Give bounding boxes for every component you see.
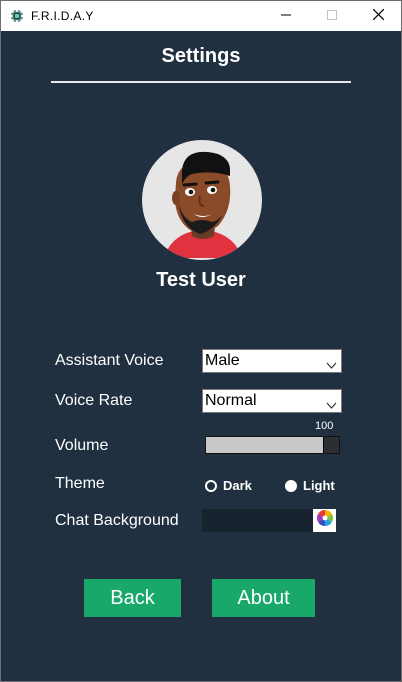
assistant-voice-select[interactable]: Male (202, 349, 342, 373)
chevron-down-icon (326, 357, 337, 369)
volume-label: Volume (55, 437, 109, 454)
window-title: F.R.I.D.A.Y (31, 9, 94, 23)
theme-light-radio[interactable]: Light (285, 478, 335, 493)
color-picker-button[interactable] (313, 509, 336, 532)
title-bar: F.R.I.D.A.Y (1, 1, 401, 31)
maximize-icon (327, 7, 337, 25)
volume-slider[interactable] (205, 436, 340, 454)
back-button[interactable]: Back (84, 579, 181, 617)
chat-background-preview (202, 509, 313, 532)
about-button[interactable]: About (212, 579, 315, 617)
voice-rate-label: Voice Rate (55, 392, 133, 409)
settings-window: F.R.I.D.A.Y Settings Test User Assistant… (0, 0, 402, 682)
assistant-voice-value: Male (205, 352, 240, 369)
color-wheel-icon (316, 510, 333, 531)
close-icon (372, 7, 384, 25)
volume-slider-thumb[interactable] (323, 437, 339, 453)
theme-light-label: Light (303, 478, 335, 493)
voice-rate-value: Normal (205, 392, 257, 409)
volume-value: 100 (315, 420, 334, 432)
page-title: Settings (161, 45, 241, 67)
minimize-button[interactable] (263, 1, 309, 31)
theme-label: Theme (55, 475, 105, 492)
radio-selected-icon (205, 479, 217, 492)
minimize-icon (281, 7, 291, 25)
user-avatar (142, 140, 262, 260)
theme-dark-radio[interactable]: Dark (205, 478, 252, 493)
close-button[interactable] (355, 1, 401, 31)
radio-unselected-icon (285, 479, 297, 492)
title-divider (51, 81, 351, 83)
voice-rate-select[interactable]: Normal (202, 389, 342, 413)
chip-icon (10, 9, 24, 23)
assistant-voice-label: Assistant Voice (55, 352, 164, 369)
chevron-down-icon (326, 397, 337, 409)
theme-dark-label: Dark (223, 478, 252, 493)
username: Test User (156, 269, 246, 291)
chat-background-label: Chat Background (55, 512, 179, 529)
maximize-button[interactable] (309, 1, 355, 31)
